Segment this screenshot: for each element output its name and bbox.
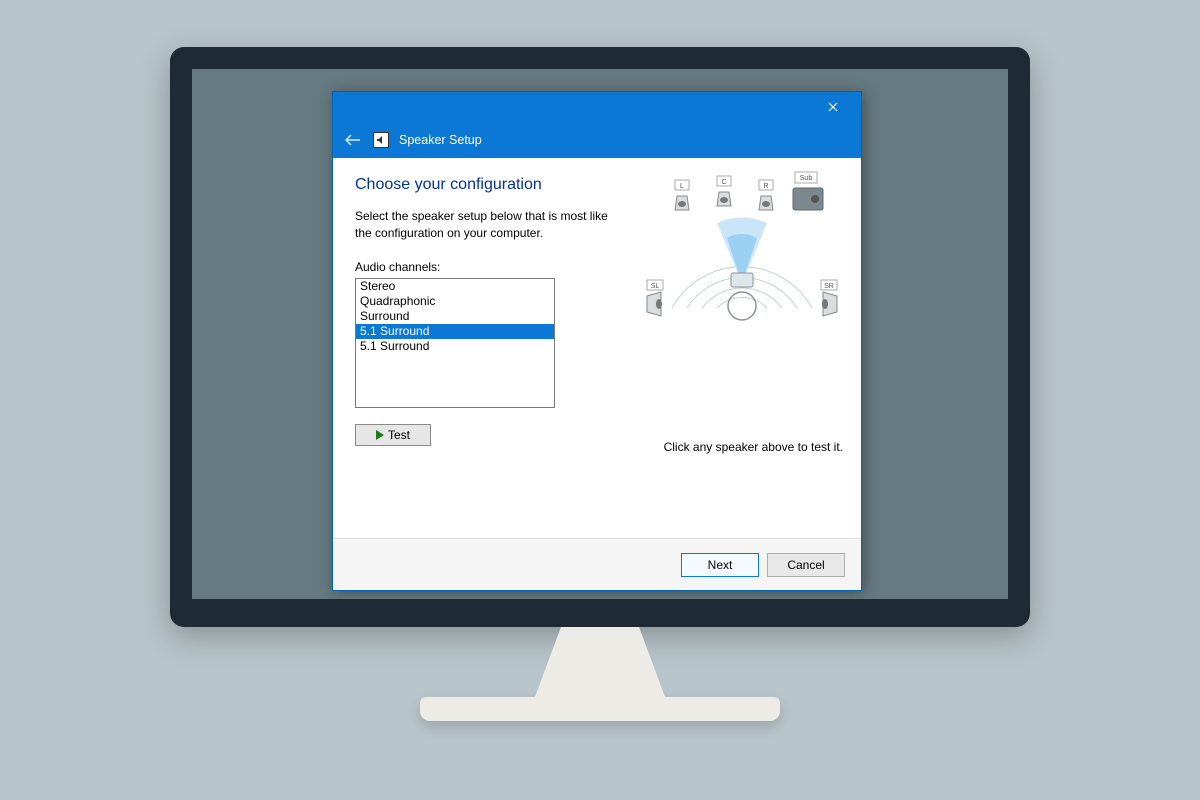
speaker-Sub[interactable]: Sub	[793, 172, 823, 210]
dialog-content: Choose your configuration Select the spe…	[333, 158, 861, 538]
test-button[interactable]: Test	[355, 424, 431, 446]
monitor-illustration: Speaker Setup Choose your configuration …	[170, 47, 1030, 721]
back-arrow-icon	[345, 134, 361, 146]
close-icon	[828, 102, 838, 112]
page-instruction: Select the speaker setup below that is m…	[355, 208, 615, 242]
audio-channels-listbox[interactable]: StereoQuadraphonicSurround5.1 Surround5.…	[355, 278, 555, 408]
test-button-label: Test	[388, 428, 410, 442]
next-button[interactable]: Next	[681, 553, 759, 577]
channel-option[interactable]: 5.1 Surround	[356, 339, 554, 354]
monitor-base	[420, 697, 780, 721]
close-button[interactable]	[811, 94, 855, 120]
monitor-neck	[535, 627, 665, 697]
channel-option[interactable]: Quadraphonic	[356, 294, 554, 309]
svg-text:C: C	[721, 179, 726, 186]
test-hint: Click any speaker above to test it.	[664, 440, 843, 454]
speaker-SL[interactable]: SL	[647, 280, 663, 316]
cancel-button[interactable]: Cancel	[767, 553, 845, 577]
speaker-SR[interactable]: SR	[821, 280, 837, 316]
speaker-layout-diagram: L C R	[637, 168, 847, 368]
channel-option[interactable]: 5.1 Surround	[356, 324, 554, 339]
play-icon	[376, 430, 384, 440]
svg-text:SR: SR	[824, 283, 834, 290]
dialog-footer: Next Cancel	[333, 538, 861, 590]
speaker-C[interactable]: C	[717, 176, 731, 206]
svg-text:R: R	[763, 183, 768, 190]
titlebar-secondary: Speaker Setup	[333, 122, 861, 158]
svg-text:SL: SL	[651, 283, 660, 290]
speaker-R[interactable]: R	[759, 180, 773, 210]
monitor-bezel: Speaker Setup Choose your configuration …	[170, 47, 1030, 627]
monitor-screen: Speaker Setup Choose your configuration …	[192, 69, 1008, 599]
speaker-setup-dialog: Speaker Setup Choose your configuration …	[332, 91, 862, 591]
svg-text:Sub: Sub	[800, 175, 813, 182]
svg-text:L: L	[680, 183, 684, 190]
cancel-button-label: Cancel	[787, 558, 824, 572]
next-button-label: Next	[708, 558, 733, 572]
channel-option[interactable]: Stereo	[356, 279, 554, 294]
channel-option[interactable]: Surround	[356, 309, 554, 324]
dialog-title: Speaker Setup	[399, 133, 482, 147]
speaker-app-icon	[373, 132, 389, 148]
back-button[interactable]	[343, 130, 363, 150]
titlebar	[333, 92, 861, 122]
speaker-L[interactable]: L	[675, 180, 689, 210]
